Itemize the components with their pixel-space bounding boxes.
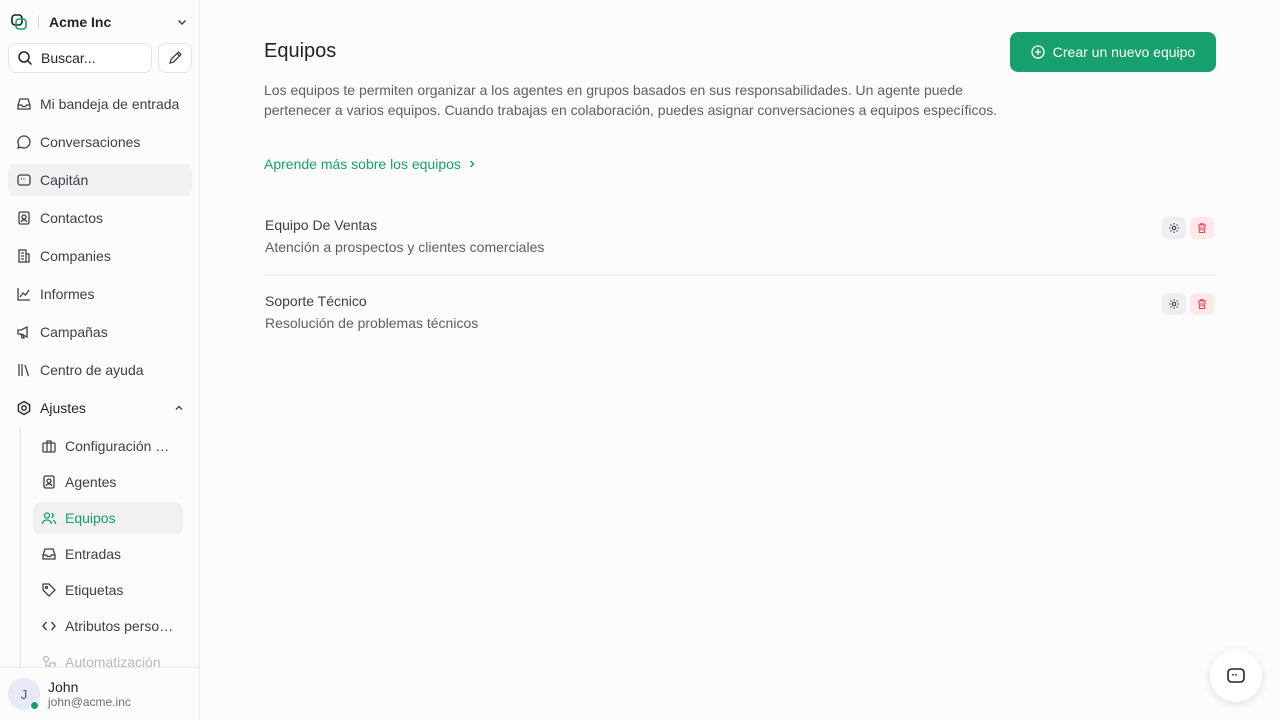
team-name: Equipo De Ventas <box>265 217 378 233</box>
gear-icon <box>1168 222 1180 234</box>
chat-bubble-icon <box>16 134 32 150</box>
user-email: john@acme.inc <box>48 694 131 709</box>
row-actions <box>1162 217 1214 239</box>
workspace-switcher[interactable]: Acme Inc <box>8 8 192 36</box>
sidebar-item-agents[interactable]: Agentes <box>33 466 183 498</box>
chat-widget-icon <box>1226 666 1246 686</box>
megaphone-icon <box>16 324 32 340</box>
chat-widget-button[interactable] <box>1210 650 1262 702</box>
search-box[interactable] <box>8 43 152 73</box>
sidebar-item-automation[interactable]: Automatización <box>33 646 183 668</box>
automation-icon <box>41 654 57 668</box>
sidebar-item-label: Companies <box>40 248 111 264</box>
settings-hexagon-icon <box>16 400 32 416</box>
captain-icon <box>16 172 32 188</box>
online-status-dot <box>30 701 39 710</box>
row-actions <box>1162 293 1214 315</box>
briefcase-icon <box>41 438 57 454</box>
inbox-icon <box>16 96 32 112</box>
avatar: J <box>8 678 40 710</box>
table-row: Soporte Técnico Resolución de problemas … <box>264 276 1216 352</box>
search-icon <box>17 50 33 66</box>
app-logo-icon <box>8 11 30 33</box>
create-team-label: Crear un nuevo equipo <box>1052 44 1196 60</box>
contact-card-icon <box>41 474 57 490</box>
sidebar-item-label: Capitán <box>40 172 89 188</box>
sidebar-item-label: Mi bandeja de entrada <box>40 96 180 112</box>
avatar-initial: J <box>20 686 28 702</box>
sidebar-item-settings[interactable]: Ajustes <box>8 392 192 424</box>
team-list: Equipo De Ventas Atención a prospectos y… <box>264 200 1216 352</box>
sidebar-item-label: Ajustes <box>40 400 86 416</box>
sidebar-item-custom-attributes[interactable]: Atributos personalizados <box>33 610 183 642</box>
delete-team-button[interactable] <box>1190 217 1214 239</box>
pencil-icon <box>167 50 183 66</box>
chevron-up-icon <box>174 403 184 413</box>
user-profile[interactable]: J John john@acme.inc <box>0 667 199 720</box>
code-icon <box>41 618 57 634</box>
compose-button[interactable] <box>158 43 192 73</box>
sidebar-item-inbox[interactable]: Mi bandeja de entrada <box>8 88 192 120</box>
sidebar-item-label: Conversaciones <box>40 134 141 150</box>
users-icon <box>41 510 57 526</box>
gear-icon <box>1168 298 1180 310</box>
create-team-button[interactable]: Crear un nuevo equipo <box>1010 32 1216 72</box>
page-description: Los equipos te permiten organizar a los … <box>264 82 998 118</box>
sidebar-item-reports[interactable]: Informes <box>8 278 192 310</box>
sidebar-item-label: Campañas <box>40 324 108 340</box>
sidebar-item-label: Etiquetas <box>65 582 124 598</box>
sidebar-item-companies[interactable]: Companies <box>8 240 192 272</box>
page-title: Equipos <box>264 40 337 62</box>
contact-card-icon <box>16 210 32 226</box>
sidebar-item-inboxes[interactable]: Entradas <box>33 538 183 570</box>
sidebar-item-campaigns[interactable]: Campañas <box>8 316 192 348</box>
team-description: Resolución de problemas técnicos <box>265 315 479 331</box>
search-input[interactable] <box>41 50 141 66</box>
chart-line-icon <box>16 286 32 302</box>
plus-circle-icon <box>1031 45 1045 59</box>
team-description: Atención a prospectos y clientes comerci… <box>265 239 545 255</box>
sidebar-item-contacts[interactable]: Contactos <box>8 202 192 234</box>
sidebar-item-label: Atributos personalizados <box>65 618 175 634</box>
delete-team-button[interactable] <box>1190 293 1214 315</box>
sidebar-item-captain[interactable]: Capitán <box>8 164 192 196</box>
team-settings-button[interactable] <box>1162 293 1186 315</box>
sidebar-item-label: Configuración de la cuenta <box>65 438 175 454</box>
user-name: John <box>48 678 79 695</box>
library-icon <box>16 362 32 378</box>
main-nav: Mi bandeja de entrada Conversaciones Cap… <box>8 88 192 430</box>
sidebar-item-label: Agentes <box>65 474 117 490</box>
inbox-icon <box>41 546 57 562</box>
sidebar-item-label: Contactos <box>40 210 104 226</box>
learn-more-label: Aprende más sobre los equipos <box>264 156 461 172</box>
building-icon <box>16 248 32 264</box>
sidebar-item-label: Entradas <box>65 546 122 562</box>
main-content: Equipos Crear un nuevo equipo Los equipo… <box>200 0 1280 720</box>
chevron-right-icon <box>467 159 477 169</box>
trash-icon <box>1196 298 1208 310</box>
team-name: Soporte Técnico <box>265 293 367 309</box>
settings-subnav: Configuración de la cuenta Agentes Equip… <box>20 428 192 668</box>
sidebar-item-label: Informes <box>40 286 95 302</box>
workspace-name: Acme Inc <box>49 14 112 30</box>
sidebar-item-label: Equipos <box>65 510 116 526</box>
sidebar-item-labels[interactable]: Etiquetas <box>33 574 183 606</box>
sidebar-item-conversations[interactable]: Conversaciones <box>8 126 192 158</box>
workspace-divider <box>38 15 39 29</box>
sidebar-item-label: Automatización <box>65 654 161 668</box>
team-settings-button[interactable] <box>1162 217 1186 239</box>
sidebar-item-account-settings[interactable]: Configuración de la cuenta <box>33 430 183 462</box>
trash-icon <box>1196 222 1208 234</box>
sidebar-item-teams[interactable]: Equipos <box>33 502 183 534</box>
tag-icon <box>41 582 57 598</box>
sidebar: Acme Inc Mi bandeja de entrada Conversac… <box>0 0 200 720</box>
chevron-down-icon[interactable] <box>174 14 190 30</box>
sidebar-item-label: Centro de ayuda <box>40 362 144 378</box>
sidebar-item-help-center[interactable]: Centro de ayuda <box>8 354 192 386</box>
table-row: Equipo De Ventas Atención a prospectos y… <box>264 200 1216 276</box>
learn-more-link[interactable]: Aprende más sobre los equipos <box>264 156 477 172</box>
